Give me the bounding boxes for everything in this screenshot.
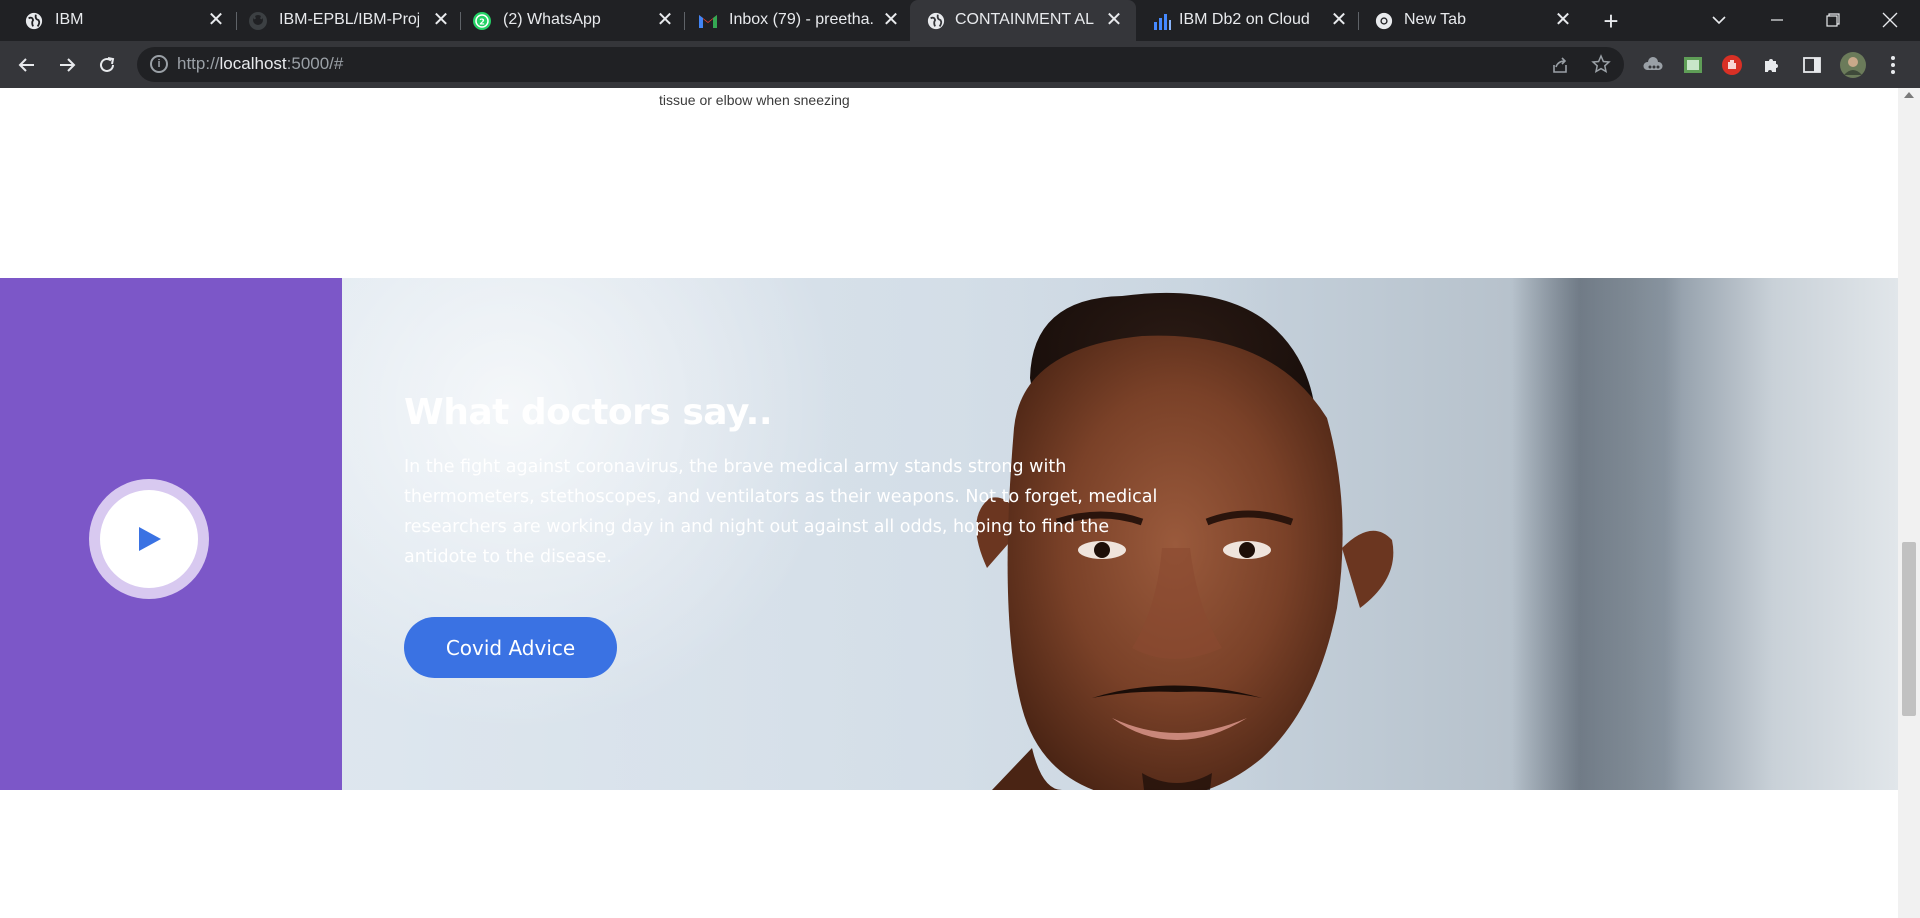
tab-ibm[interactable]: IBM ✕ — [0, 0, 224, 41]
video-panel — [0, 278, 342, 790]
browser-toolbar: i http://localhost:5000/# — [0, 41, 1920, 88]
restore-window-icon[interactable] — [1820, 7, 1846, 33]
doctors-say-section: What doctors say.. In the fight against … — [0, 278, 1898, 790]
tab-title: Inbox (79) - preetha.a — [729, 11, 874, 28]
chrome-icon — [1374, 11, 1394, 31]
globe-icon — [24, 11, 44, 31]
profile-avatar[interactable] — [1838, 50, 1868, 80]
section-title: What doctors say.. — [404, 392, 773, 433]
new-tab-icon[interactable]: + — [1598, 6, 1624, 36]
page-viewport: tissue or elbow when sneezing What docto… — [0, 88, 1920, 918]
tab-title: IBM — [55, 11, 84, 28]
tab-title: CONTAINMENT ALER — [955, 11, 1095, 28]
tab-title: IBM-EPBL/IBM-Projec — [279, 11, 419, 28]
site-info-icon[interactable]: i — [150, 55, 168, 73]
tab-title: New Tab — [1404, 11, 1466, 28]
play-button-inner[interactable] — [100, 490, 198, 588]
github-icon — [248, 11, 268, 31]
share-icon[interactable] — [1550, 55, 1570, 80]
tab-github[interactable]: IBM-EPBL/IBM-Projec ✕ — [224, 0, 449, 41]
play-icon — [139, 527, 161, 551]
minimize-window-icon[interactable] — [1764, 7, 1790, 33]
address-bar[interactable]: i http://localhost:5000/# — [137, 47, 1624, 82]
db2-icon — [1152, 11, 1172, 31]
tab-new-tab[interactable]: New Tab ✕ — [1360, 0, 1584, 41]
reload-icon[interactable] — [94, 52, 120, 78]
tab-strip: IBM ✕ IBM-EPBL/IBM-Projec ✕ 2 (2) WhatsA… — [0, 0, 1920, 41]
svg-text:2: 2 — [479, 18, 485, 27]
tab-search-chevron-icon[interactable] — [1706, 7, 1732, 33]
tab-whatsapp[interactable]: 2 (2) WhatsApp ✕ — [448, 0, 673, 41]
bookmark-star-icon[interactable] — [1591, 54, 1611, 79]
more-options-icon[interactable] — [1880, 52, 1906, 78]
cloud-extension-icon[interactable] — [1640, 52, 1666, 78]
tab-separator — [1358, 12, 1359, 30]
tab-containment-alert[interactable]: CONTAINMENT ALER ✕ — [910, 0, 1136, 41]
close-tab-icon[interactable]: ✕ — [1553, 10, 1573, 30]
sheets-extension-icon[interactable] — [1680, 52, 1706, 78]
back-arrow-icon[interactable] — [14, 52, 40, 78]
gmail-icon — [698, 11, 718, 31]
tab-gmail[interactable]: Inbox (79) - preetha.a ✕ — [672, 0, 910, 41]
url-text[interactable]: http://localhost:5000/# — [177, 54, 343, 74]
forward-arrow-icon[interactable] — [54, 52, 80, 78]
scroll-up-arrow-icon[interactable] — [1904, 92, 1914, 98]
prevention-tip-text: tissue or elbow when sneezing — [659, 92, 850, 108]
close-tab-icon[interactable]: ✕ — [881, 10, 901, 30]
close-window-icon[interactable] — [1877, 7, 1903, 33]
close-tab-icon[interactable]: ✕ — [1329, 10, 1349, 30]
close-tab-icon[interactable]: ✕ — [206, 10, 226, 30]
play-video-button[interactable] — [89, 479, 209, 599]
side-panel-icon[interactable] — [1799, 52, 1825, 78]
tab-db2[interactable]: IBM Db2 on Cloud ✕ — [1136, 0, 1360, 41]
page-scrollbar[interactable] — [1898, 88, 1920, 918]
puzzle-extensions-icon[interactable] — [1759, 52, 1785, 78]
scrollbar-thumb[interactable] — [1902, 542, 1916, 716]
close-tab-icon[interactable]: ✕ — [1104, 10, 1124, 30]
covid-advice-button[interactable]: Covid Advice — [404, 617, 617, 678]
hand-extension-icon[interactable] — [1719, 52, 1745, 78]
globe-icon — [926, 11, 946, 31]
whatsapp-icon: 2 — [472, 11, 492, 31]
tab-title: (2) WhatsApp — [503, 11, 601, 28]
section-description: In the fight against coronavirus, the br… — [404, 457, 1158, 567]
tab-title: IBM Db2 on Cloud — [1179, 11, 1310, 28]
